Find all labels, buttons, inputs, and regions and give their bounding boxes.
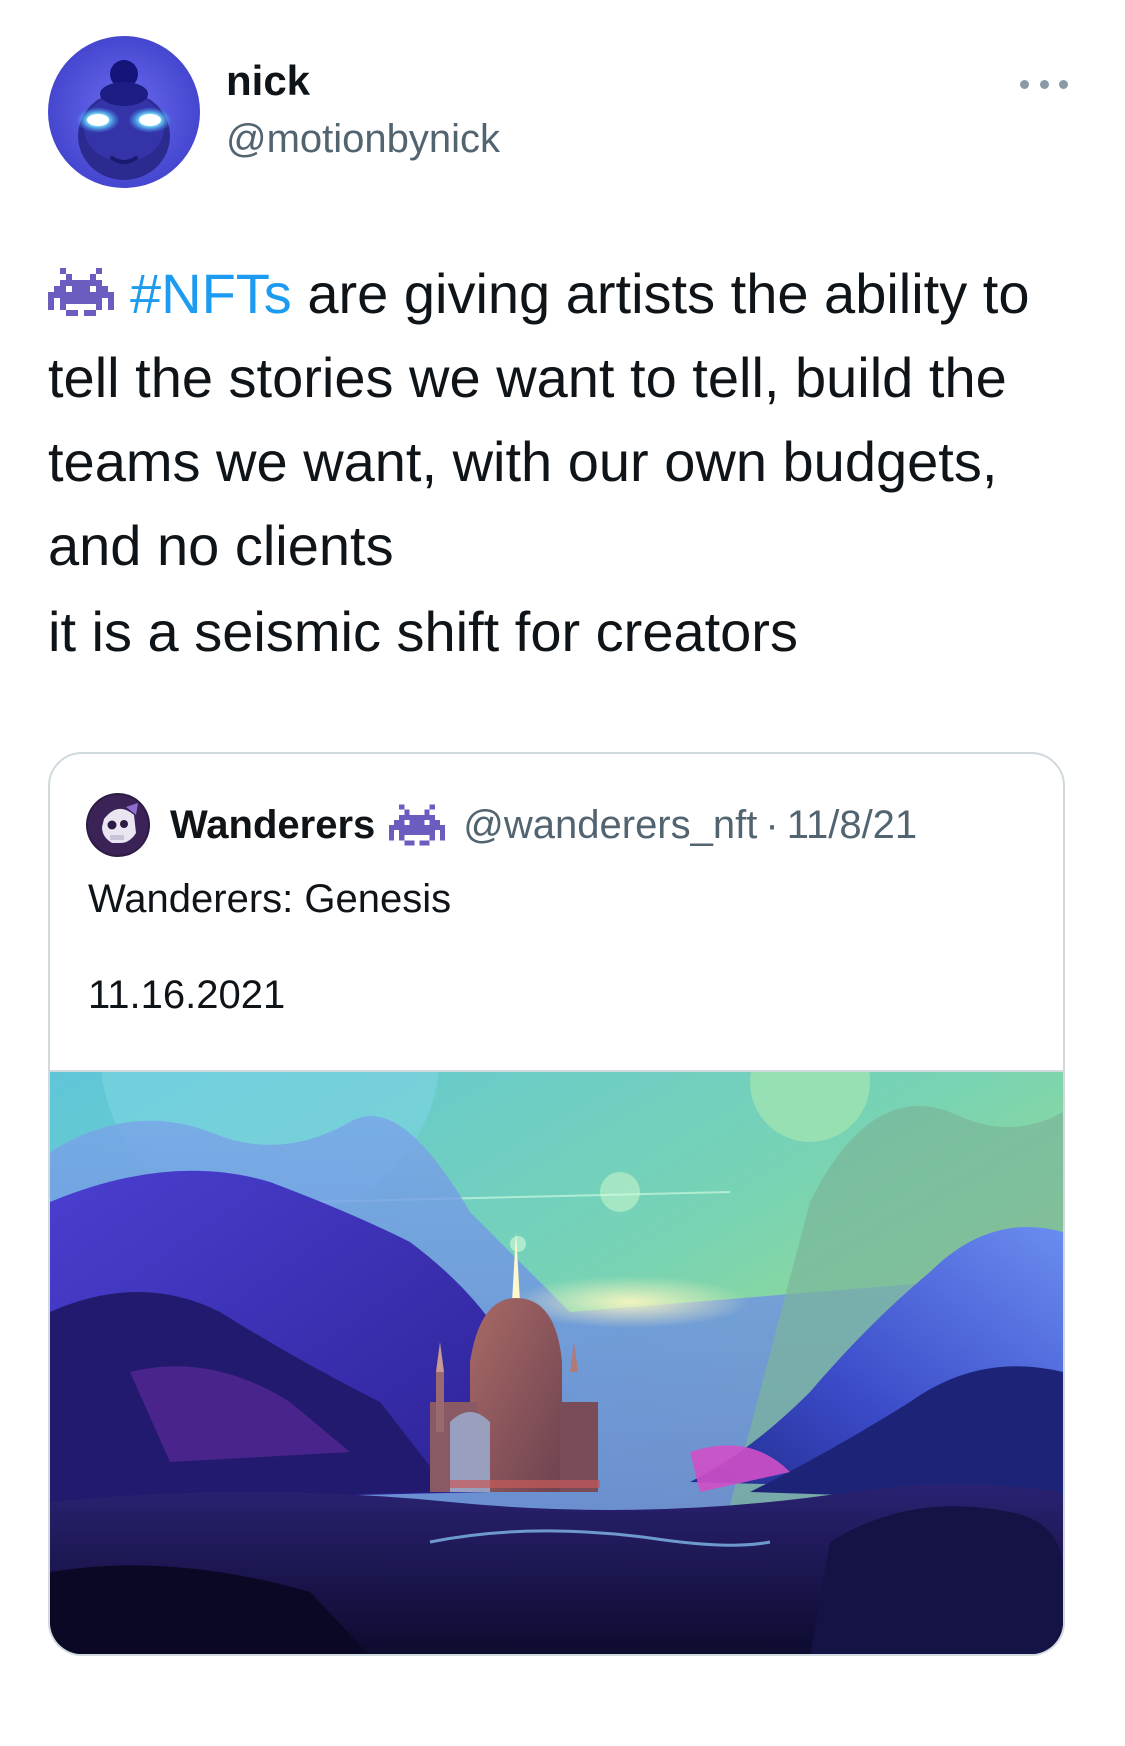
tweet-header: nick @motionbynick bbox=[48, 36, 1078, 196]
more-dot bbox=[1039, 79, 1049, 89]
author-display-name[interactable]: nick bbox=[226, 56, 500, 106]
quoted-tweet-line: 11.16.2021 bbox=[88, 973, 286, 1017]
quoted-author-name[interactable]: Wanderers bbox=[170, 803, 375, 848]
quoted-author-avatar[interactable] bbox=[86, 793, 150, 857]
skull-helmet-avatar-icon bbox=[86, 793, 150, 857]
tweet-paragraph: it is a seismic shift for creators bbox=[48, 600, 798, 663]
quoted-tweet-media[interactable] bbox=[50, 1070, 1063, 1654]
separator-dot: · bbox=[765, 802, 779, 847]
hashtag-link[interactable]: #NFTs bbox=[130, 262, 292, 325]
quoted-tweet-body: Wanderers: Genesis 11.16.2021 bbox=[88, 874, 451, 1020]
author-handle[interactable]: @motionbynick bbox=[226, 114, 500, 164]
landscape-illustration-icon bbox=[50, 1072, 1063, 1654]
space-invader-icon bbox=[48, 268, 114, 316]
author-info: nick @motionbynick bbox=[226, 56, 500, 164]
more-dots-icon[interactable] bbox=[1020, 72, 1068, 96]
glowing-eyes-avatar-icon bbox=[48, 36, 200, 188]
quoted-tweet-line: Wanderers: Genesis bbox=[88, 877, 452, 921]
quoted-tweet-date[interactable]: 11/8/21 bbox=[787, 803, 918, 848]
quoted-tweet-header: Wanderers @wanderers_nft · 11/8/21 bbox=[86, 790, 917, 860]
more-dot bbox=[1020, 79, 1029, 89]
more-dot bbox=[1059, 79, 1068, 89]
author-avatar[interactable] bbox=[48, 36, 200, 188]
tweet-paragraph: #NFTs are giving artists the ability to … bbox=[48, 252, 1078, 588]
quoted-author-handle[interactable]: @wanderers_nft bbox=[463, 803, 757, 848]
quoted-tweet-card[interactable]: Wanderers @wanderers_nft · 11/8/21 Wande… bbox=[48, 752, 1065, 1656]
space-invader-icon bbox=[389, 804, 446, 846]
tweet-body: #NFTs are giving artists the ability to … bbox=[48, 252, 1078, 674]
